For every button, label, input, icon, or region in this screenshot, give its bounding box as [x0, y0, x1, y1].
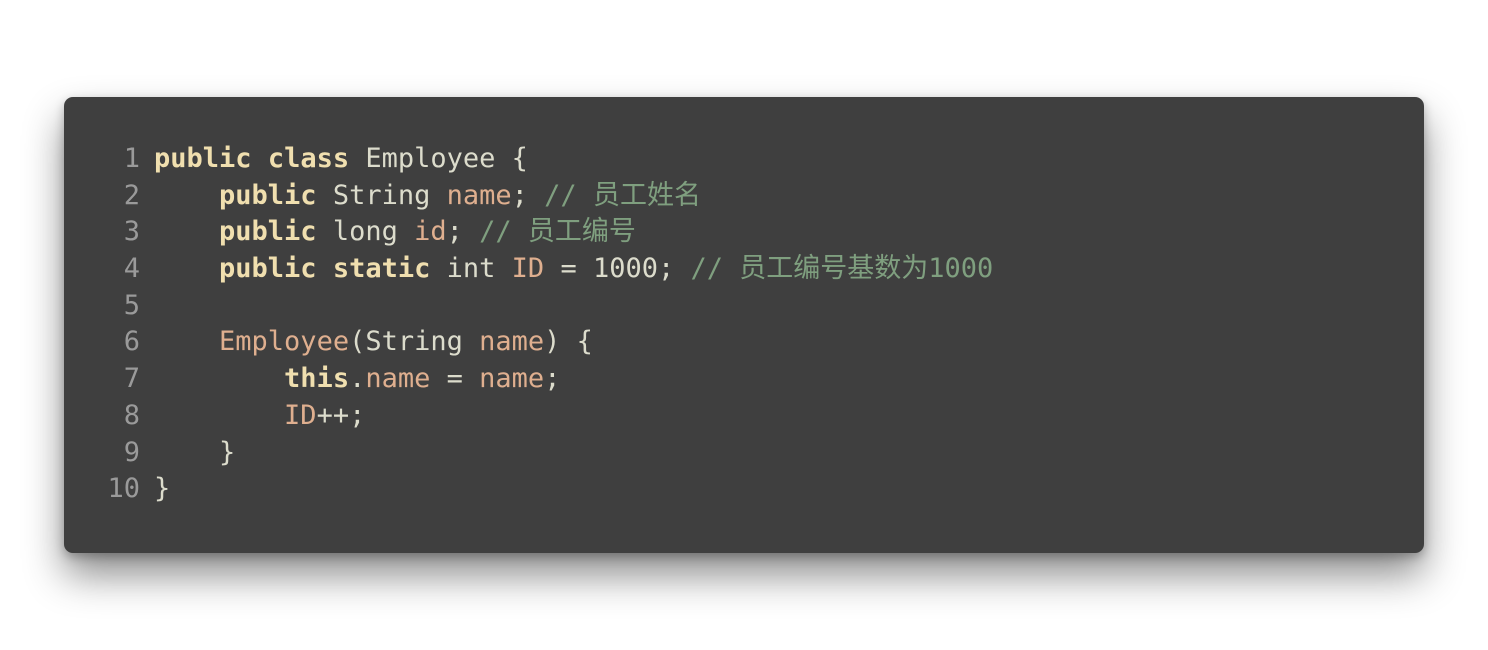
- line-source: public long id; // 员工编号: [154, 214, 636, 251]
- plain-token: ;: [658, 253, 691, 285]
- code-line: 2 public String name; // 员工姓名: [64, 178, 1424, 215]
- code-line: 1 public class Employee {: [64, 141, 1424, 178]
- keyword-token: static: [332, 253, 431, 285]
- plain-token: =: [430, 363, 480, 395]
- code-line: 7 this.name = name;: [64, 361, 1424, 398]
- code-line: 10}: [64, 471, 1424, 508]
- identifier-token: name: [365, 363, 431, 395]
- plain-token: ;: [544, 363, 561, 395]
- function-token: Employee: [219, 326, 350, 358]
- keyword-token: public: [219, 179, 317, 211]
- line-number: 9: [123, 436, 140, 468]
- line-number: 6: [123, 326, 140, 358]
- comment-token: // 员工姓名: [544, 179, 701, 211]
- plain-token: }: [154, 436, 236, 468]
- plain-token: Employee {: [349, 143, 528, 174]
- line-source: public class Employee {: [154, 141, 528, 178]
- line-number: 4: [123, 253, 140, 285]
- plain-token: ;: [511, 179, 545, 211]
- code-line: 3 public long id; // 员工编号: [64, 214, 1424, 251]
- line-number: 2: [123, 179, 140, 211]
- type-token: String: [316, 179, 447, 211]
- keyword-token: public: [219, 216, 317, 248]
- code-window: 1 public class Employee {2 public String …: [64, 97, 1424, 553]
- comment-token: // 员工编号基数为1000: [690, 253, 994, 285]
- line-source: public String name; // 员工姓名: [154, 178, 701, 215]
- keyword-token: public: [219, 253, 317, 285]
- line-number: 5: [123, 289, 140, 321]
- line-source: public static int ID = 1000; // 员工编号基数为1…: [154, 251, 993, 288]
- identifier-token: name: [479, 363, 545, 395]
- plain-token: =: [544, 253, 593, 285]
- number-token: 1000: [592, 253, 658, 285]
- code-line: 9 }: [64, 435, 1424, 472]
- code-line: 6 Employee(String name) {: [64, 324, 1424, 361]
- code-line: 5: [64, 288, 1424, 325]
- identifier-token: ID: [511, 253, 545, 285]
- identifier-token: name: [479, 326, 545, 358]
- identifier-token: id: [414, 216, 447, 248]
- plain-token: .: [349, 363, 366, 395]
- identifier-token: name: [446, 179, 512, 211]
- line-source: }: [154, 471, 170, 508]
- plain-token: }: [154, 473, 171, 505]
- comment-token: // 员工编号: [479, 216, 636, 248]
- type-token: long: [316, 216, 415, 248]
- type-token: int: [430, 253, 512, 285]
- line-source: }: [154, 435, 235, 472]
- line-source: Employee(String name) {: [154, 324, 593, 361]
- code-block: 1 public class Employee {2 public String …: [64, 141, 1424, 508]
- line-number: 1: [123, 143, 140, 174]
- code-line: 4 public static int ID = 1000; // 员工编号基数…: [64, 251, 1424, 288]
- line-source: ID++;: [154, 398, 365, 435]
- line-number: 7: [123, 363, 140, 395]
- keyword-token: public: [154, 143, 252, 174]
- line-source: this.name = name;: [154, 361, 560, 398]
- keyword-token: this: [284, 363, 350, 395]
- plain-token: ) {: [544, 326, 593, 358]
- plain-token: ;: [446, 216, 480, 248]
- line-number: 3: [123, 216, 140, 248]
- line-number: 8: [123, 399, 140, 431]
- code-line: 8 ID++;: [64, 398, 1424, 435]
- identifier-token: ID: [284, 399, 317, 431]
- line-number: 10: [107, 473, 140, 505]
- plain-token: ++;: [316, 399, 366, 431]
- plain-token: (String: [349, 326, 480, 358]
- keyword-token: class: [267, 143, 350, 174]
